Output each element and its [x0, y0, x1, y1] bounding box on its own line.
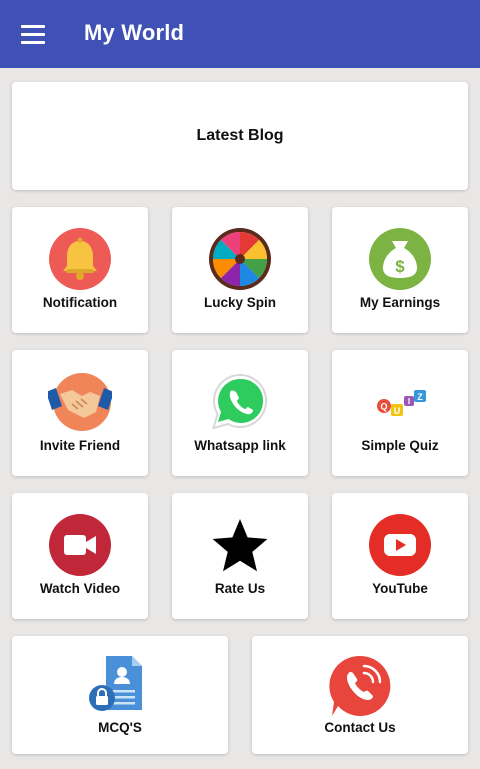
contact-us-tile[interactable]: Contact Us	[252, 636, 468, 754]
rate-us-tile[interactable]: Rate Us	[172, 493, 308, 619]
invite-friend-label: Invite Friend	[39, 438, 121, 453]
quiz-icon: U I Z Q	[368, 370, 432, 434]
youtube-icon	[368, 513, 432, 577]
mcqs-label: MCQ'S	[98, 720, 142, 735]
bell-icon	[48, 227, 112, 291]
lucky-spin-label: Lucky Spin	[203, 295, 276, 310]
spin-wheel-icon	[208, 227, 272, 291]
svg-text:Q: Q	[380, 402, 387, 412]
invite-friend-tile[interactable]: Invite Friend	[12, 350, 148, 476]
latest-blog-label: Latest Blog	[196, 127, 284, 144]
svg-text:$: $	[395, 257, 405, 276]
lucky-spin-tile[interactable]: Lucky Spin	[172, 207, 308, 333]
app-bar: My World	[0, 0, 480, 68]
svg-text:Z: Z	[417, 392, 423, 402]
simple-quiz-tile[interactable]: U I Z Q Simple Quiz	[332, 350, 468, 476]
mcqs-tile[interactable]: MCQ'S	[12, 636, 228, 754]
video-camera-icon	[48, 513, 112, 577]
app-title: My World	[84, 20, 185, 45]
money-bag-icon: $	[368, 227, 432, 291]
youtube-label: YouTube	[372, 581, 428, 596]
youtube-tile[interactable]: YouTube	[332, 493, 468, 619]
watch-video-label: Watch Video	[39, 581, 121, 596]
simple-quiz-label: Simple Quiz	[361, 438, 439, 453]
whatsapp-link-tile[interactable]: Whatsapp link	[172, 350, 308, 476]
handshake-icon	[48, 370, 112, 434]
latest-blog-card[interactable]: Latest Blog	[12, 82, 468, 190]
svg-text:U: U	[394, 406, 401, 416]
document-lock-icon	[88, 654, 152, 718]
star-icon	[208, 513, 272, 577]
notification-label: Notification	[42, 295, 118, 310]
contact-us-label: Contact Us	[324, 720, 396, 735]
hamburger-menu-icon[interactable]	[16, 20, 50, 48]
watch-video-tile[interactable]: Watch Video	[12, 493, 148, 619]
my-earnings-tile[interactable]: $ My Earnings	[332, 207, 468, 333]
whatsapp-icon	[208, 370, 272, 434]
phone-call-icon	[328, 654, 392, 718]
rate-us-label: Rate Us	[214, 581, 266, 596]
whatsapp-link-label: Whatsapp link	[194, 438, 286, 453]
notification-tile[interactable]: Notification	[12, 207, 148, 333]
svg-text:I: I	[408, 397, 410, 406]
my-earnings-label: My Earnings	[359, 295, 441, 310]
